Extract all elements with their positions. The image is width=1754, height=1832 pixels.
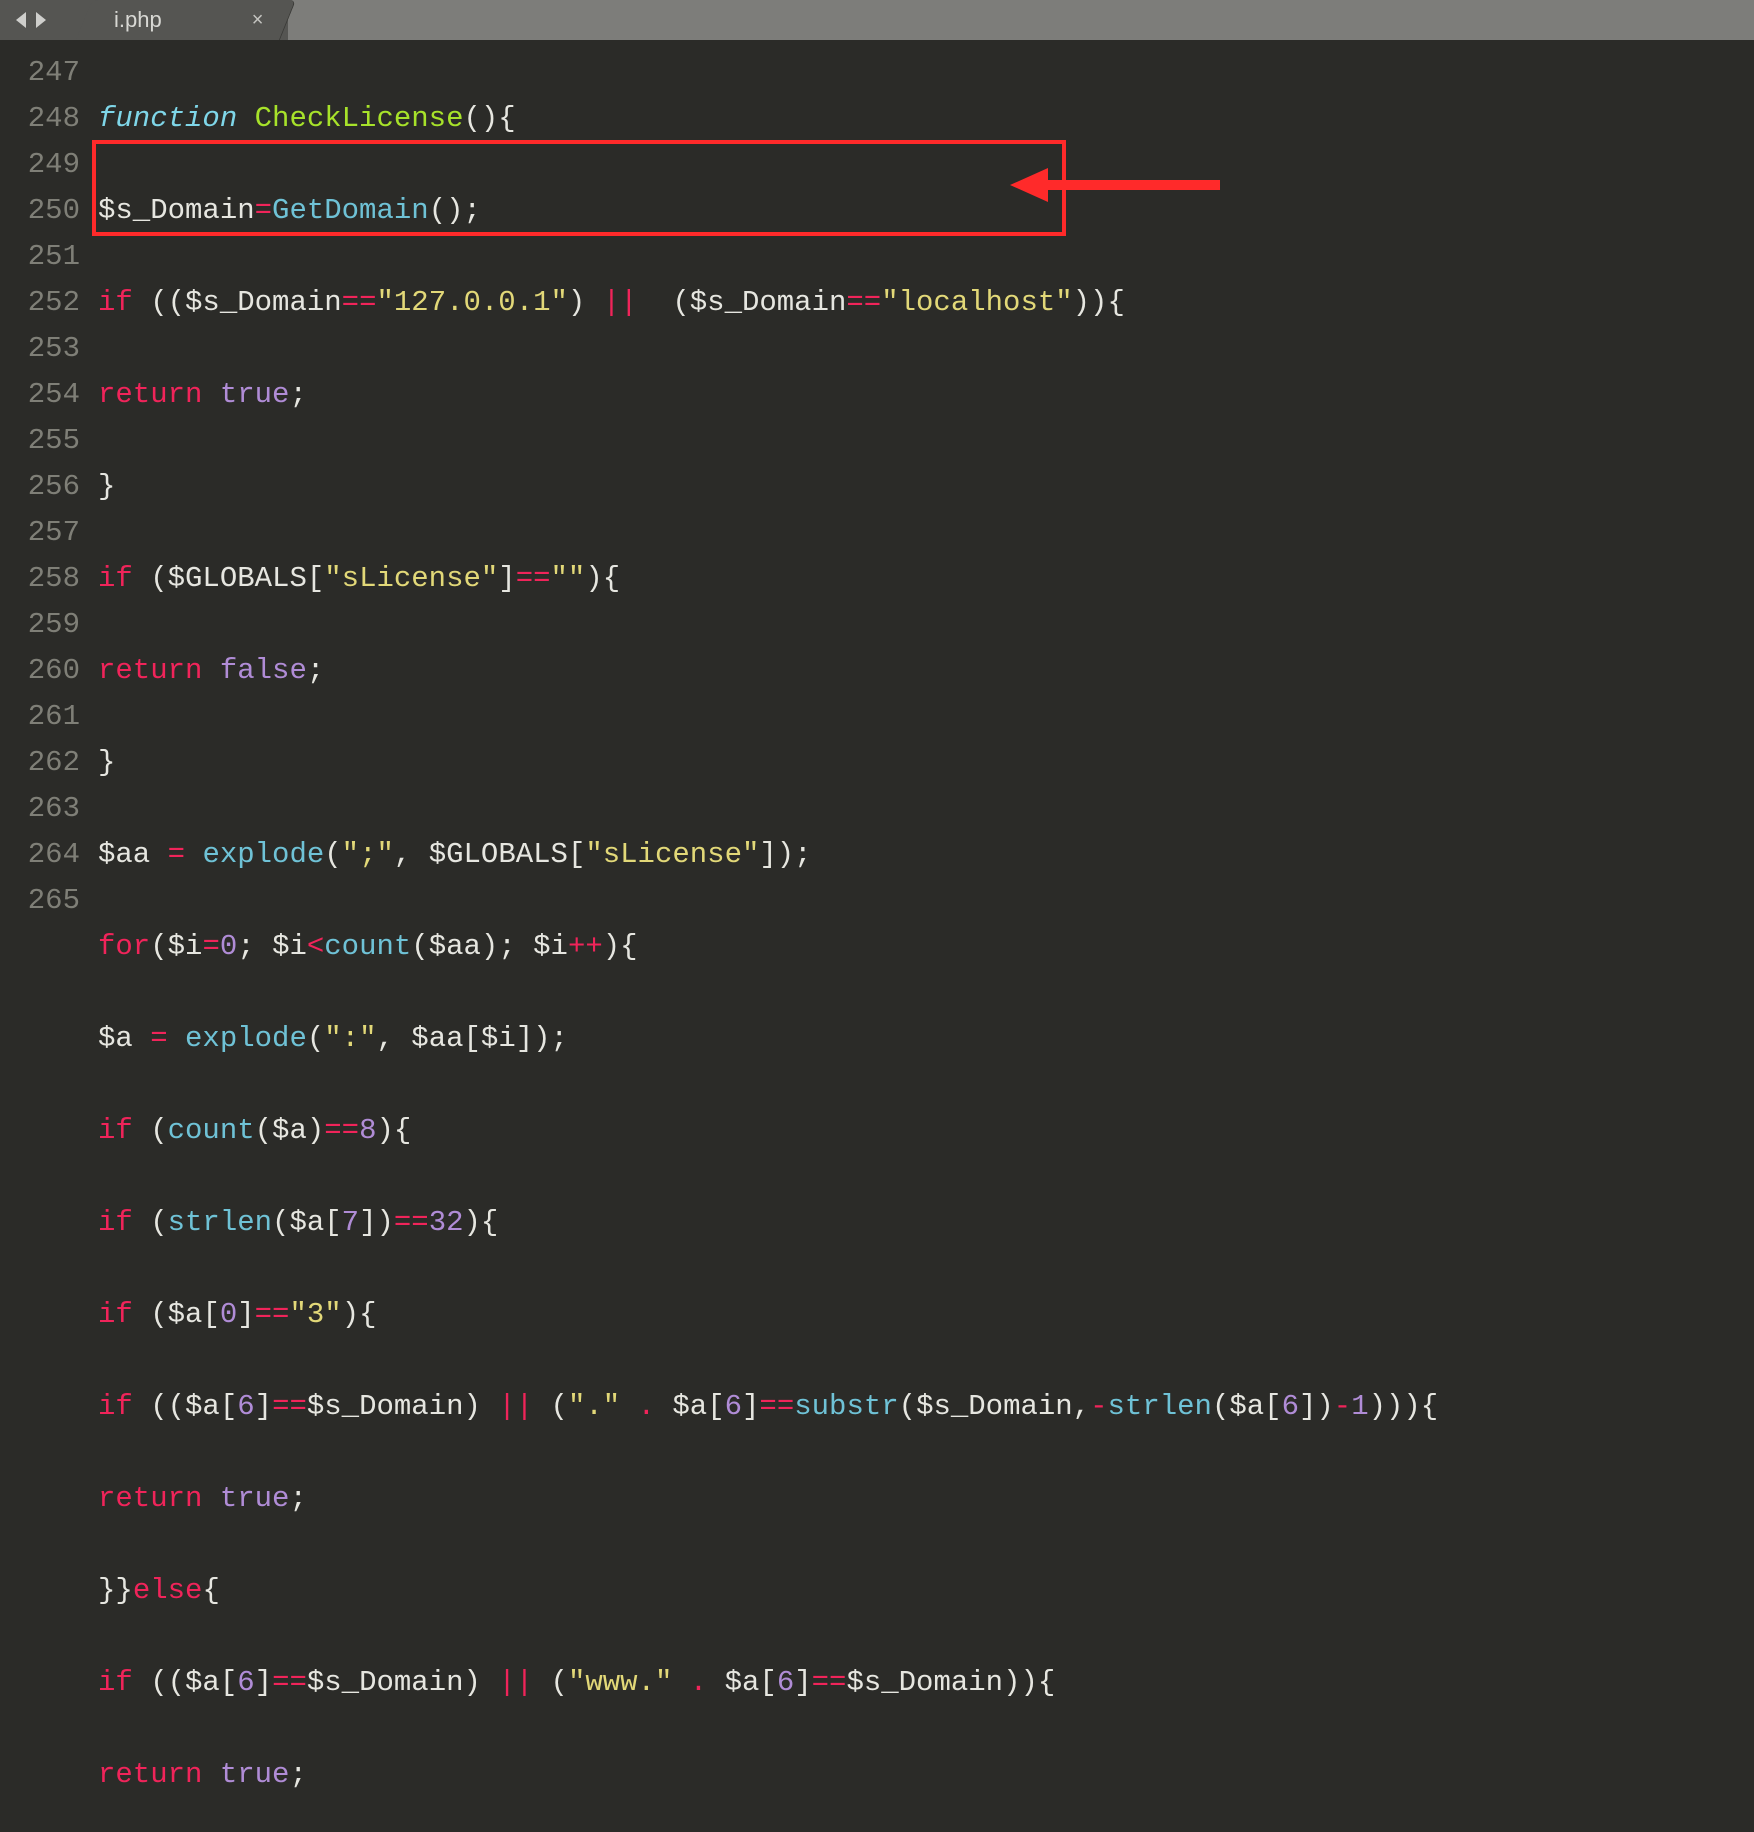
line-number: 260 bbox=[0, 648, 80, 694]
nav-back-icon[interactable] bbox=[14, 10, 30, 30]
line-number: 254 bbox=[0, 372, 80, 418]
line-number: 247 bbox=[0, 50, 80, 96]
tab-bar: i.php × bbox=[0, 0, 1754, 40]
line-number: 248 bbox=[0, 96, 80, 142]
line-number: 261 bbox=[0, 694, 80, 740]
code-line[interactable]: if (($a[6]==$s_Domain) || ("." . $a[6]==… bbox=[98, 1384, 1754, 1430]
code-line[interactable]: if (count($a)==8){ bbox=[98, 1108, 1754, 1154]
line-number: 264 bbox=[0, 832, 80, 878]
code-area[interactable]: function CheckLicense(){ $s_Domain=GetDo… bbox=[98, 40, 1754, 916]
editor[interactable]: 247 248 249 250 251 252 253 254 255 256 … bbox=[0, 40, 1754, 916]
line-number: 252 bbox=[0, 280, 80, 326]
line-number: 251 bbox=[0, 234, 80, 280]
tab-close-icon[interactable]: × bbox=[252, 9, 264, 32]
nav-forward-icon[interactable] bbox=[32, 10, 48, 30]
code-line[interactable]: $aa = explode(";", $GLOBALS["sLicense"])… bbox=[98, 832, 1754, 878]
line-number: 255 bbox=[0, 418, 80, 464]
line-number: 249 bbox=[0, 142, 80, 188]
line-number: 263 bbox=[0, 786, 80, 832]
code-line[interactable]: if (($a[6]==$s_Domain) || ("www." . $a[6… bbox=[98, 1660, 1754, 1706]
line-number: 259 bbox=[0, 602, 80, 648]
nav-buttons bbox=[0, 0, 56, 40]
code-line[interactable]: if ($GLOBALS["sLicense"]==""){ bbox=[98, 556, 1754, 602]
code-line[interactable]: if (($s_Domain=="127.0.0.1") || ($s_Doma… bbox=[98, 280, 1754, 326]
tabbar-empty-area bbox=[288, 0, 1754, 40]
line-number-gutter: 247 248 249 250 251 252 253 254 255 256 … bbox=[0, 40, 98, 916]
line-number: 265 bbox=[0, 878, 80, 924]
code-line[interactable]: for($i=0; $i<count($aa); $i++){ bbox=[98, 924, 1754, 970]
line-number: 250 bbox=[0, 188, 80, 234]
code-line[interactable]: } bbox=[98, 740, 1754, 786]
tab-filename: i.php bbox=[114, 7, 162, 33]
code-line[interactable]: return true; bbox=[98, 1752, 1754, 1798]
code-line[interactable]: } bbox=[98, 464, 1754, 510]
line-number: 253 bbox=[0, 326, 80, 372]
line-number: 256 bbox=[0, 464, 80, 510]
tab-active[interactable]: i.php × bbox=[76, 0, 297, 40]
code-line[interactable]: if (strlen($a[7])==32){ bbox=[98, 1200, 1754, 1246]
code-line[interactable]: return false; bbox=[98, 648, 1754, 694]
code-line[interactable]: return true; bbox=[98, 372, 1754, 418]
code-line[interactable]: $s_Domain=GetDomain(); bbox=[98, 188, 1754, 234]
line-number: 258 bbox=[0, 556, 80, 602]
line-number: 257 bbox=[0, 510, 80, 556]
code-line[interactable]: if ($a[0]=="3"){ bbox=[98, 1292, 1754, 1338]
code-line[interactable]: function CheckLicense(){ bbox=[98, 96, 1754, 142]
line-number: 262 bbox=[0, 740, 80, 786]
code-line[interactable]: return true; bbox=[98, 1476, 1754, 1522]
code-line[interactable]: $a = explode(":", $aa[$i]); bbox=[98, 1016, 1754, 1062]
code-line[interactable]: }}else{ bbox=[98, 1568, 1754, 1614]
